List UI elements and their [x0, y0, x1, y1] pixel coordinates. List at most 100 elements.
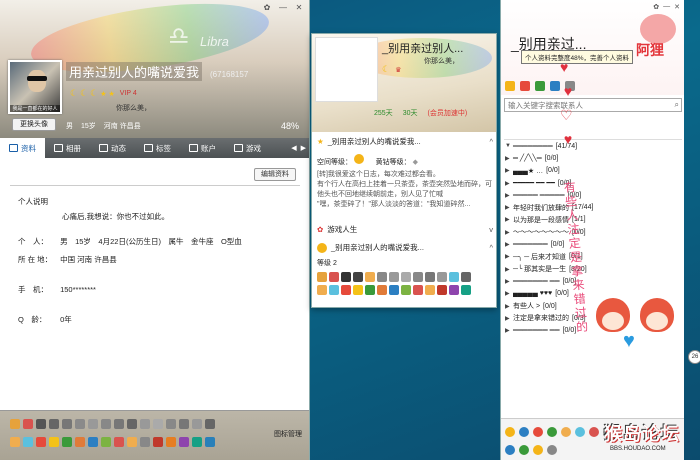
- app-icon[interactable]: [589, 427, 599, 437]
- service-icon[interactable]: [413, 272, 423, 282]
- contact-group[interactable]: ▶ 年轻时我们放肆的 [17/44]: [505, 201, 681, 213]
- search-input[interactable]: [505, 99, 665, 111]
- service-icon[interactable]: [329, 272, 339, 282]
- nickname[interactable]: 用亲过别人的嘴说爱我: [66, 62, 203, 81]
- app-icon[interactable]: [533, 445, 543, 455]
- service-icon[interactable]: [401, 285, 411, 295]
- contact-group[interactable]: ▶ ─╮ ─ 后来才知道 [0/1]: [505, 251, 681, 263]
- service-icon[interactable]: [36, 437, 46, 447]
- avatar[interactable]: 我是一直都在的好人: [8, 60, 62, 114]
- popup-avatar[interactable]: [315, 37, 378, 102]
- service-icon[interactable]: [23, 437, 33, 447]
- service-icon[interactable]: [49, 437, 59, 447]
- app-icon[interactable]: [505, 427, 515, 437]
- contact-group[interactable]: ▶ 有些人 > [0/0]: [505, 300, 681, 312]
- service-icon[interactable]: [101, 419, 111, 429]
- service-icon[interactable]: [179, 419, 189, 429]
- service-icon[interactable]: [127, 419, 137, 429]
- app-icon[interactable]: [533, 427, 543, 437]
- section-title[interactable]: ★ _别用亲过别人的嘴说爱我... ^: [312, 136, 496, 147]
- minimize-icon[interactable]: —: [277, 3, 289, 13]
- service-icon[interactable]: [401, 272, 411, 282]
- contact-group[interactable]: ▶ 〜〜〜〜〜〜〜〜 [0/0]: [505, 226, 681, 238]
- tab-album[interactable]: 相册: [45, 138, 90, 158]
- weibo-icon[interactable]: [550, 81, 560, 91]
- service-icon[interactable]: [317, 272, 327, 282]
- service-icon[interactable]: [449, 272, 459, 282]
- service-icon[interactable]: [341, 285, 351, 295]
- close-icon[interactable]: ✕: [293, 3, 305, 13]
- contact-group[interactable]: ▶ ═══════ ══ [0/0]: [505, 324, 681, 336]
- skin-icon[interactable]: ✿: [653, 3, 659, 11]
- service-icon[interactable]: [205, 437, 215, 447]
- service-icon[interactable]: [114, 419, 124, 429]
- service-icon[interactable]: [62, 437, 72, 447]
- service-icon[interactable]: [192, 419, 202, 429]
- service-icon[interactable]: [153, 437, 163, 447]
- contact-group[interactable]: ▶ ═══════ ══ [0/0]: [505, 275, 681, 287]
- service-icon[interactable]: [10, 437, 20, 447]
- contact-group[interactable]: ▶ ─╰ 那其实是一生 [8/20]: [505, 263, 681, 275]
- service-icon[interactable]: [62, 419, 72, 429]
- mail-icon[interactable]: [505, 81, 515, 91]
- service-icon[interactable]: [377, 285, 387, 295]
- service-icon[interactable]: [365, 272, 375, 282]
- service-icon[interactable]: [166, 437, 176, 447]
- service-icon[interactable]: [114, 437, 124, 447]
- service-icon[interactable]: [389, 272, 399, 282]
- service-icon[interactable]: [49, 419, 59, 429]
- contact-group[interactable]: ▶ ═════ ═════ [0/0]: [505, 189, 681, 201]
- skin-icon[interactable]: ✿: [261, 3, 273, 13]
- service-icon[interactable]: [75, 419, 85, 429]
- service-icon[interactable]: [36, 419, 46, 429]
- signature[interactable]: 你那么美，: [116, 103, 151, 113]
- service-icon[interactable]: [127, 437, 137, 447]
- service-icon[interactable]: [425, 285, 435, 295]
- service-icon[interactable]: [166, 419, 176, 429]
- service-icon[interactable]: [179, 437, 189, 447]
- service-icon[interactable]: [377, 272, 387, 282]
- service-icon[interactable]: [365, 285, 375, 295]
- minimize-icon[interactable]: —: [663, 3, 670, 11]
- contact-group[interactable]: ▶ 以为那是一段感情 [1/1]: [505, 214, 681, 226]
- tab-feed[interactable]: 动态: [90, 138, 135, 158]
- service-icon[interactable]: [353, 285, 363, 295]
- service-icon[interactable]: [88, 419, 98, 429]
- service-icon[interactable]: [23, 419, 33, 429]
- contact-group[interactable]: ▶ ▄▄▄▄▄ ♥♥♥ [0/0]: [505, 288, 681, 300]
- service-icon[interactable]: [75, 437, 85, 447]
- service-icon[interactable]: [140, 437, 150, 447]
- service-icon[interactable]: [140, 419, 150, 429]
- service-icon[interactable]: [353, 272, 363, 282]
- tab-tags[interactable]: 标签: [135, 138, 180, 158]
- contact-group[interactable]: ▶ ═ ╱╱╲╲═ [0/0]: [505, 152, 681, 164]
- level-badges[interactable]: ☾ ☾ ☾ ★ ★ VIP 4: [70, 88, 137, 99]
- vip-badge[interactable]: VIP 4: [120, 90, 137, 97]
- app-icon[interactable]: [519, 427, 529, 437]
- service-icon[interactable]: [413, 285, 423, 295]
- service-icon[interactable]: [461, 285, 471, 295]
- tab-profile[interactable]: 资料: [0, 138, 45, 158]
- service-icon[interactable]: [10, 419, 20, 429]
- section-title[interactable]: ✿ 游戏人生 v: [312, 224, 496, 235]
- service-icon[interactable]: [317, 285, 327, 295]
- service-icon[interactable]: [329, 285, 339, 295]
- service-icon[interactable]: [192, 437, 202, 447]
- contact-group[interactable]: ▶ ▄▄▄★ … [0/0]: [505, 165, 681, 177]
- service-icon[interactable]: [425, 272, 435, 282]
- app-icon[interactable]: [575, 427, 585, 437]
- edit-profile-button[interactable]: 编辑资料: [254, 168, 296, 181]
- change-avatar-button[interactable]: 更换头像: [12, 118, 56, 131]
- section-title[interactable]: _别用亲过别人的嘴说爱我... ^: [312, 242, 496, 253]
- service-icon[interactable]: [88, 437, 98, 447]
- side-badge[interactable]: 26: [688, 350, 700, 364]
- icon-manage-link[interactable]: 图标管理: [274, 429, 302, 439]
- service-icon[interactable]: [437, 272, 447, 282]
- search-icon[interactable]: ⌕: [675, 100, 679, 110]
- service-icon[interactable]: [449, 285, 459, 295]
- more-icon[interactable]: [565, 81, 575, 91]
- popup-nickname[interactable]: _别用亲过别人...: [382, 40, 463, 56]
- app-icon[interactable]: [519, 445, 529, 455]
- vip-accelerate-link[interactable]: (会员加速中): [427, 108, 467, 118]
- chevron-right-icon[interactable]: ▶: [301, 144, 306, 152]
